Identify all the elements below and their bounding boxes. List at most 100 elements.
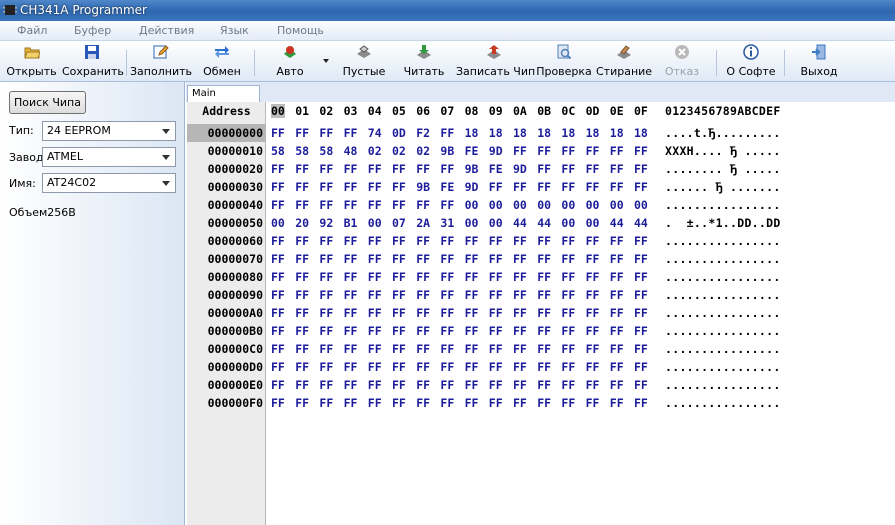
hex-byte-cell[interactable]: FF (368, 160, 382, 178)
hex-byte-cell[interactable]: FF (586, 232, 600, 250)
hex-byte-cell[interactable]: FF (271, 376, 285, 394)
name-select[interactable]: AT24C02 (42, 173, 176, 193)
hex-byte-cell[interactable]: F2 (416, 124, 430, 142)
hex-byte-cell[interactable]: FF (344, 376, 358, 394)
fill-button[interactable]: Заполнить (130, 41, 192, 81)
hex-byte-cell[interactable]: FF (610, 232, 624, 250)
hex-byte-cell[interactable]: FF (634, 358, 648, 376)
hex-byte-cell[interactable]: FF (368, 232, 382, 250)
hex-byte-cell[interactable]: 74 (368, 124, 382, 142)
hex-byte-cell[interactable]: FF (319, 358, 333, 376)
hex-byte-cell[interactable]: FF (368, 268, 382, 286)
cancel-button[interactable]: Отказ (660, 41, 704, 81)
hex-byte-cell[interactable]: FF (271, 358, 285, 376)
hex-byte-cell[interactable]: FF (295, 376, 309, 394)
hex-byte-cell[interactable]: FF (561, 232, 575, 250)
hex-byte-cell[interactable]: FF (513, 394, 527, 412)
hex-byte-cell[interactable]: 18 (465, 124, 479, 142)
hex-byte-cell[interactable]: FF (489, 358, 503, 376)
hex-byte-cell[interactable]: FF (513, 232, 527, 250)
hex-byte-cell[interactable]: 00 (465, 214, 479, 232)
hex-byte-cell[interactable]: FF (295, 304, 309, 322)
hex-byte-cell[interactable]: FF (537, 250, 551, 268)
hex-byte-cell[interactable]: 0D (392, 124, 406, 142)
hex-byte-cell[interactable]: FF (344, 358, 358, 376)
menu-buffer[interactable]: Буфер (74, 24, 111, 37)
hex-byte-cell[interactable]: FF (319, 268, 333, 286)
hex-byte-cell[interactable]: FF (392, 394, 406, 412)
hex-byte-cell[interactable]: FF (537, 268, 551, 286)
exit-button[interactable]: Выход (796, 41, 842, 81)
hex-byte-cell[interactable]: FF (465, 340, 479, 358)
hex-byte-cell[interactable]: FF (561, 268, 575, 286)
hex-byte-cell[interactable]: FF (489, 286, 503, 304)
hex-byte-cell[interactable]: FF (344, 124, 358, 142)
hex-byte-cell[interactable]: FF (295, 268, 309, 286)
hex-byte-cell[interactable]: FF (271, 124, 285, 142)
hex-byte-cell[interactable]: 2A (416, 214, 430, 232)
hex-byte-cell[interactable]: FF (295, 160, 309, 178)
about-button[interactable]: О Софте (724, 41, 778, 81)
hex-byte-cell[interactable]: FF (489, 250, 503, 268)
hex-byte-cell[interactable]: FF (537, 376, 551, 394)
hex-byte-cell[interactable]: 58 (319, 142, 333, 160)
hex-byte-cell[interactable]: FF (610, 286, 624, 304)
hex-byte-cell[interactable]: FF (344, 340, 358, 358)
hex-byte-cell[interactable]: FF (561, 304, 575, 322)
hex-byte-cell[interactable]: FF (440, 196, 454, 214)
type-select[interactable]: 24 EEPROM (42, 121, 176, 141)
hex-byte-cell[interactable]: FF (392, 358, 406, 376)
hex-byte-cell[interactable]: 44 (537, 214, 551, 232)
hex-byte-cell[interactable]: FF (610, 322, 624, 340)
ascii-row[interactable]: ................ (665, 268, 781, 286)
hex-byte-cell[interactable]: 18 (489, 124, 503, 142)
hex-byte-cell[interactable]: FF (634, 376, 648, 394)
hex-byte-cell[interactable]: FF (344, 196, 358, 214)
hex-byte-cell[interactable]: FF (634, 178, 648, 196)
hex-byte-cell[interactable]: FF (561, 286, 575, 304)
hex-byte-cell[interactable]: 00 (368, 214, 382, 232)
hex-byte-cell[interactable]: FF (368, 322, 382, 340)
open-button[interactable]: Открыть (4, 41, 59, 81)
hex-byte-cell[interactable]: FF (561, 142, 575, 160)
hex-byte-cell[interactable]: FF (537, 304, 551, 322)
hex-byte-cell[interactable]: FF (440, 322, 454, 340)
hex-byte-cell[interactable]: FF (634, 250, 648, 268)
ascii-row[interactable]: ................ (665, 232, 781, 250)
hex-byte-cell[interactable]: 00 (489, 196, 503, 214)
hex-byte-cell[interactable]: FF (489, 322, 503, 340)
hex-byte-cell[interactable]: FF (513, 322, 527, 340)
hex-byte-cell[interactable]: FF (537, 142, 551, 160)
ascii-row[interactable]: ................ (665, 322, 781, 340)
erase-button[interactable]: Стирание (596, 41, 652, 81)
hex-byte-cell[interactable]: FF (416, 160, 430, 178)
hex-byte-cell[interactable]: FF (634, 232, 648, 250)
hex-byte-cell[interactable]: FF (319, 286, 333, 304)
hex-byte-cell[interactable]: FF (489, 268, 503, 286)
vendor-select[interactable]: ATMEL (42, 147, 176, 167)
ascii-row[interactable]: ................ (665, 358, 781, 376)
hex-byte-cell[interactable]: FF (465, 232, 479, 250)
hex-byte-cell[interactable]: FF (440, 160, 454, 178)
hex-byte-cell[interactable]: FF (416, 304, 430, 322)
hex-byte-cell[interactable]: FF (319, 178, 333, 196)
hex-byte-cell[interactable]: 00 (561, 196, 575, 214)
hex-byte-cell[interactable]: 18 (561, 124, 575, 142)
hex-byte-cell[interactable]: 00 (489, 214, 503, 232)
hex-byte-cell[interactable]: 18 (537, 124, 551, 142)
hex-byte-cell[interactable]: FF (392, 268, 406, 286)
hex-byte-cell[interactable]: FF (513, 340, 527, 358)
hex-byte-cell[interactable]: FF (537, 340, 551, 358)
search-chip-button[interactable]: Поиск Чипа (9, 91, 86, 114)
hex-byte-cell[interactable]: FF (586, 286, 600, 304)
hex-byte-cell[interactable]: 18 (513, 124, 527, 142)
auto-dropdown-arrow[interactable] (323, 59, 329, 63)
save-button[interactable]: Сохранить (62, 41, 124, 81)
hex-byte-cell[interactable]: FF (295, 178, 309, 196)
hex-byte-cell[interactable]: FF (537, 394, 551, 412)
hex-byte-cell[interactable]: FF (440, 340, 454, 358)
hex-byte-cell[interactable]: FF (537, 358, 551, 376)
hex-byte-cell[interactable]: 31 (440, 214, 454, 232)
hex-byte-cell[interactable]: FF (295, 358, 309, 376)
ascii-row[interactable]: ................ (665, 250, 781, 268)
